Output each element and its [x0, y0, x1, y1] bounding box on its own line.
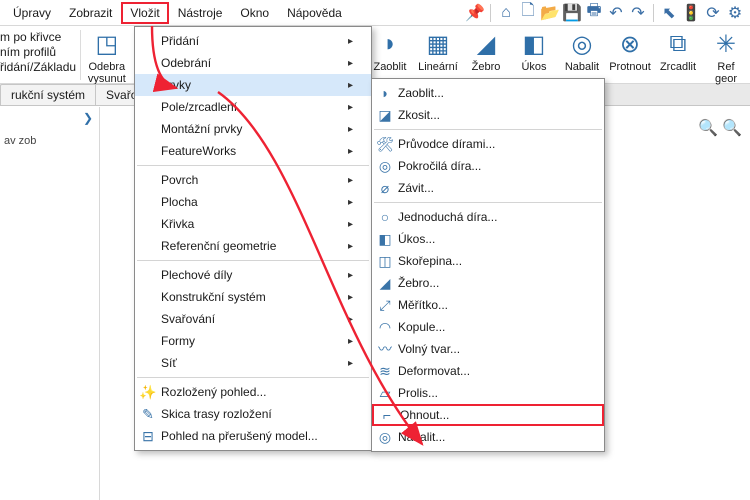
submenu-item-deform[interactable]: ≋Deformovat...: [372, 360, 604, 382]
zoom-icon-1[interactable]: 🔍: [722, 118, 742, 138]
ribbon-loft[interactable]: ním profilů: [0, 45, 76, 60]
menubar: ÚpravyZobrazitVložitNástrojeOknoNápověda…: [0, 0, 750, 26]
tab-rukční-systém[interactable]: rukční systém: [0, 84, 96, 105]
menu-item-featureworks[interactable]: FeatureWorks▸: [135, 140, 371, 162]
submenu-item-simple-hole[interactable]: ○Jednoduchá díra...: [372, 206, 604, 228]
ribbon-rib[interactable]: ◢Žebro: [462, 28, 510, 73]
menu-okno[interactable]: Okno: [231, 2, 278, 24]
home-icon[interactable]: ⌂: [495, 4, 517, 22]
menu-item-s-[interactable]: Síť▸: [135, 352, 371, 374]
ribbon-intersect[interactable]: ⊗Protnout: [606, 28, 654, 73]
menu-item-model-break-view[interactable]: ⊟Pohled na přerušený model...: [135, 425, 371, 447]
select-icon[interactable]: ⬉: [658, 3, 680, 23]
menu-item-odebr-n-[interactable]: Odebrání▸: [135, 52, 371, 74]
submenu-item-indent[interactable]: ▱Prolis...: [372, 382, 604, 404]
print-icon[interactable]: 🖶: [583, 0, 605, 26]
redo-icon[interactable]: ↷: [627, 3, 649, 23]
menu-nápověda[interactable]: Nápověda: [278, 2, 351, 24]
features-submenu: ◗Zaoblit...◪Zkosit... 🛠Průvodce dírami...…: [371, 78, 605, 452]
menu-zobrazit[interactable]: Zobrazit: [60, 2, 121, 24]
feature-manager-panel: ❯ av zob: [0, 107, 100, 500]
submenu-item-chamfer[interactable]: ◪Zkosit...: [372, 104, 604, 126]
menu-item-pole-zrcadlen-[interactable]: Pole/zrcadlení▸: [135, 96, 371, 118]
submenu-item-fillet[interactable]: ◗Zaoblit...: [372, 82, 604, 104]
menu-item-formy[interactable]: Formy▸: [135, 330, 371, 352]
menu-úpravy[interactable]: Úpravy: [4, 2, 60, 24]
menu-item-referen-n-geometrie[interactable]: Referenční geometrie▸: [135, 235, 371, 257]
undo-icon[interactable]: ↶: [605, 3, 627, 23]
ribbon-extruded-cut[interactable]: ◳Odebravysunut: [83, 28, 131, 85]
options-icon[interactable]: ⚙: [724, 3, 746, 23]
menu-nástroje[interactable]: Nástroje: [169, 2, 232, 24]
menu-item-k-ivka[interactable]: Křivka▸: [135, 213, 371, 235]
menu-item-p-id-n-[interactable]: Přidání▸: [135, 30, 371, 52]
submenu-item-wrap[interactable]: ◎Nabalit...: [372, 426, 604, 448]
menu-item-plechov-d-ly[interactable]: Plechové díly▸: [135, 264, 371, 286]
submenu-item-dome[interactable]: ◠Kopule...: [372, 316, 604, 338]
menu-item-konstruk-n-syst-m[interactable]: Konstrukční systém▸: [135, 286, 371, 308]
menu-item-plocha[interactable]: Plocha▸: [135, 191, 371, 213]
submenu-item-thread[interactable]: ⌀Závit...: [372, 177, 604, 199]
insert-menu: Přidání▸Odebrání▸Prvky▸Pole/zrcadlení▸Mo…: [134, 26, 372, 451]
submenu-item-hole-wizard[interactable]: 🛠Průvodce dírami...: [372, 133, 604, 155]
traffic-icon[interactable]: 🚦: [680, 3, 702, 23]
ribbon-boss-base[interactable]: řidání/Základu: [0, 60, 76, 75]
ribbon-draft[interactable]: ◧Úkos: [510, 28, 558, 73]
ribbon-ref-geom[interactable]: ✳Refgeor: [702, 28, 750, 85]
submenu-item-draft[interactable]: ◧Úkos...: [372, 228, 604, 250]
submenu-item-shell[interactable]: ◫Skořepina...: [372, 250, 604, 272]
menu-item-exploded-view[interactable]: ✨Rozložený pohled...: [135, 381, 371, 403]
ribbon-sweep[interactable]: m po křivce: [0, 30, 76, 45]
menu-item-sva-ov-n-[interactable]: Svařování▸: [135, 308, 371, 330]
save-icon[interactable]: 💾: [561, 3, 583, 23]
submenu-item-rib[interactable]: ◢Žebro...: [372, 272, 604, 294]
pushpin-icon[interactable]: 📌: [464, 3, 486, 23]
submenu-item-flex[interactable]: ⌐Ohnout...: [372, 404, 604, 426]
view-zoom-cluster: 🔍🔍: [698, 118, 742, 138]
ribbon-linear-pattern[interactable]: ▦Lineární: [414, 28, 462, 73]
submenu-item-scale[interactable]: ⤢Měřítko...: [372, 294, 604, 316]
new-icon[interactable]: 🗋: [517, 0, 539, 26]
ribbon-mirror[interactable]: ⧉Zrcadlit: [654, 28, 702, 73]
zoom-icon-0[interactable]: 🔍: [698, 118, 718, 138]
submenu-item-advanced-hole[interactable]: ◎Pokročilá díra...: [372, 155, 604, 177]
menu-item-explode-line-sketch: ✎Skica trasy rozložení: [135, 403, 371, 425]
ribbon: m po křivcením profilůřidání/Základu ◳Ode…: [0, 26, 750, 84]
panel-label-fragment: av zob: [0, 129, 99, 153]
menu-item-mont-n-prvky[interactable]: Montážní prvky▸: [135, 118, 371, 140]
menu-vložit[interactable]: Vložit: [121, 2, 168, 24]
ribbon-fillet[interactable]: ◗Zaoblit: [366, 28, 414, 73]
menu-item-povrch[interactable]: Povrch▸: [135, 169, 371, 191]
ribbon-wrap[interactable]: ◎Nabalit: [558, 28, 606, 73]
open-icon[interactable]: 📂: [539, 3, 561, 23]
rebuild-icon[interactable]: ⟳: [702, 3, 724, 23]
submenu-item-freeform[interactable]: 〰Volný tvar...: [372, 338, 604, 360]
panel-collapse-caret[interactable]: ❯: [0, 107, 99, 129]
menu-item-prvky[interactable]: Prvky▸: [135, 74, 371, 96]
